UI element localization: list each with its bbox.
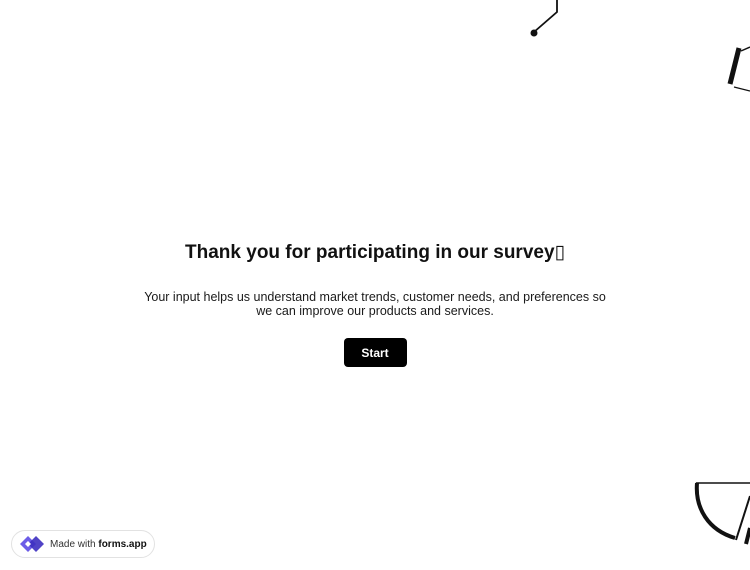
badge-brand: forms.app	[98, 538, 147, 550]
page-title: Thank you for participating in our surve…	[185, 242, 565, 263]
badge-prefix: Made with	[50, 538, 99, 550]
survey-page: Thank you for participating in our surve…	[0, 0, 750, 570]
decorative-hook-shape	[530, 0, 558, 37]
forms-app-logo-icon	[20, 536, 44, 552]
decorative-slanted-shape	[727, 46, 750, 92]
decorative-cup-shape	[694, 482, 750, 545]
welcome-section: Thank you for participating in our surve…	[0, 240, 750, 367]
start-button[interactable]: Start	[343, 338, 407, 367]
made-with-badge[interactable]: Made with forms.app	[11, 530, 155, 558]
survey-description: Your input helps us understand market tr…	[144, 290, 606, 318]
badge-label: Made with forms.app	[50, 539, 147, 550]
